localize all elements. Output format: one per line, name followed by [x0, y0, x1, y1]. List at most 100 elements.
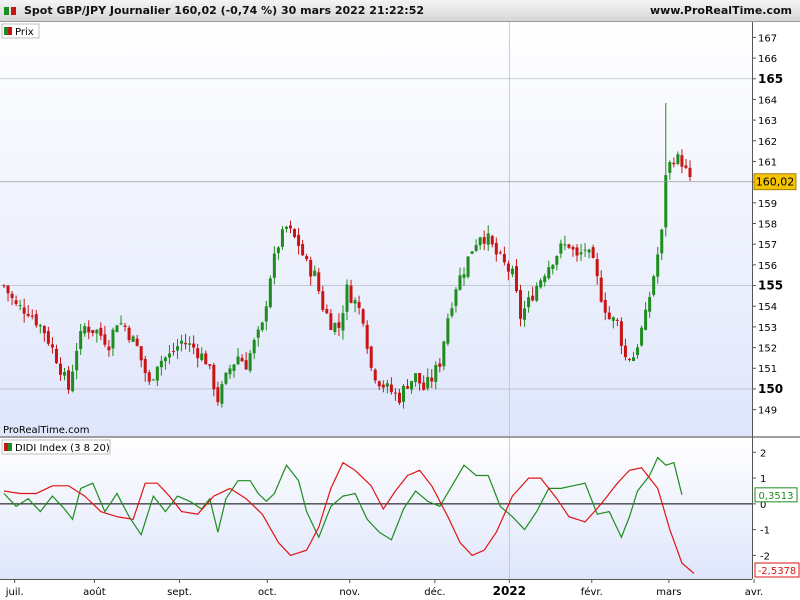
up-candle [333, 323, 337, 333]
down-candle [389, 384, 393, 393]
up-candle [401, 385, 405, 402]
down-candle [42, 325, 46, 334]
red-value-label: -2,5378 [758, 566, 797, 577]
up-candle [454, 289, 458, 306]
up-candle [272, 253, 276, 278]
didi-legend[interactable]: DIDI Index (3 8 20) [1, 439, 111, 455]
down-candle [309, 259, 313, 277]
up-candle [446, 318, 450, 344]
down-candle [519, 290, 523, 319]
chart-area[interactable]: 1491501511521531541551561571581591601611… [0, 22, 800, 600]
down-candle [349, 285, 353, 303]
up-candle [220, 384, 224, 404]
down-candle [377, 381, 381, 387]
down-candle [216, 387, 220, 403]
down-candle [506, 263, 510, 272]
down-candle [107, 346, 111, 351]
up-candle [551, 264, 555, 269]
up-candle [284, 226, 288, 229]
down-candle [34, 314, 38, 326]
down-candle [575, 247, 579, 256]
down-candle [6, 285, 10, 294]
down-candle [430, 377, 434, 382]
price-tick-label: 152 [758, 344, 777, 355]
up-candle [563, 244, 567, 246]
chart-title: Spot GBP/JPY Journalier 160,02 (-0,74 %)… [24, 4, 425, 17]
down-candle [208, 364, 212, 366]
up-candle [163, 357, 167, 362]
down-candle [297, 234, 301, 246]
up-candle [345, 284, 349, 312]
down-candle [317, 272, 321, 292]
up-candle [668, 162, 672, 173]
down-candle [67, 370, 71, 390]
up-candle [414, 373, 418, 383]
down-candle [204, 353, 208, 365]
time-tick-label: avr. [745, 587, 763, 598]
down-candle [680, 155, 684, 167]
down-candle [591, 247, 595, 258]
down-candle [184, 342, 188, 345]
up-candle [232, 364, 236, 371]
down-candle [369, 346, 373, 368]
down-candle [373, 369, 377, 381]
up-candle [640, 327, 644, 346]
price-tick-label: 158 [758, 220, 777, 231]
down-candle [623, 345, 627, 358]
indicator-panel[interactable] [0, 438, 752, 579]
down-candle [571, 247, 575, 250]
up-candle [632, 357, 636, 362]
down-candle [123, 325, 127, 327]
down-candle [244, 360, 248, 370]
down-candle [688, 167, 692, 177]
up-candle [583, 249, 587, 251]
down-candle [365, 324, 369, 349]
down-candle [26, 313, 30, 316]
price-tick-label: 153 [758, 323, 777, 334]
up-candle [111, 329, 115, 349]
down-candle [196, 348, 200, 359]
up-candle [18, 305, 22, 307]
didi-tick-label: -2 [760, 551, 770, 562]
down-candle [490, 236, 494, 245]
up-candle [236, 356, 240, 365]
down-candle [171, 351, 175, 353]
down-candle [46, 331, 50, 344]
last-price-label: 160,02 [756, 176, 795, 189]
time-tick-label: mars [656, 587, 681, 598]
up-candle [224, 372, 228, 384]
up-candle [660, 229, 664, 254]
price-tick-label: 154 [758, 302, 777, 313]
price-chart-icon [4, 7, 16, 15]
up-candle [95, 329, 99, 334]
down-candle [54, 348, 58, 364]
price-tick-label: 164 [758, 95, 777, 106]
up-candle [385, 383, 389, 387]
down-candle [603, 299, 607, 313]
down-candle [99, 327, 103, 336]
up-candle [353, 300, 357, 304]
down-candle [531, 295, 535, 301]
up-candle [228, 368, 232, 375]
up-candle [523, 308, 527, 320]
up-candle [450, 308, 454, 316]
time-tick-label: déc. [424, 586, 445, 598]
up-candle [555, 255, 559, 265]
down-candle [143, 359, 147, 374]
price-tick-label: 149 [758, 406, 777, 417]
time-tick-label: 2022 [493, 584, 526, 598]
up-candle [341, 313, 345, 331]
down-candle [418, 372, 422, 384]
up-candle [458, 275, 462, 290]
up-candle [75, 350, 79, 371]
price-legend[interactable]: Prix [1, 23, 40, 39]
down-candle [514, 266, 518, 292]
up-candle [442, 341, 446, 367]
time-tick-label: févr. [581, 586, 603, 598]
down-candle [482, 237, 486, 244]
up-candle [664, 175, 668, 228]
up-candle [462, 274, 466, 278]
down-candle [627, 359, 631, 361]
up-candle [313, 270, 317, 276]
site-link[interactable]: www.ProRealTime.com [650, 4, 792, 17]
